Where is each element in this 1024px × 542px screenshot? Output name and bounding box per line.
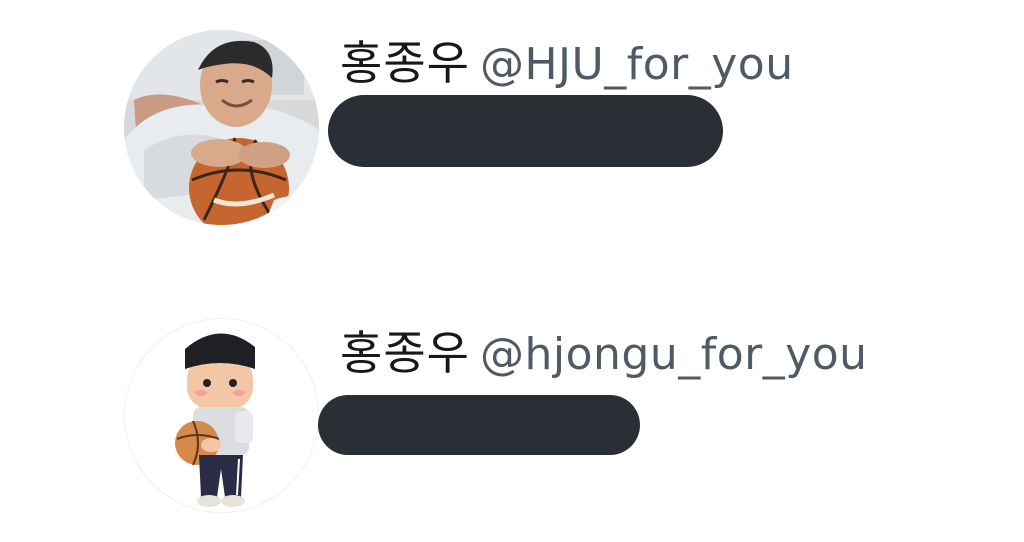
profile-photo-icon — [124, 30, 319, 225]
username-handle[interactable]: @hjongu_for_you — [480, 329, 868, 380]
avatar[interactable] — [124, 30, 319, 225]
redacted-bio-bar — [318, 395, 640, 455]
cartoon-avatar-icon — [125, 319, 318, 512]
account-entry-2[interactable]: 홍종우 @hjongu_for_you — [0, 280, 1024, 542]
account-entry-1[interactable]: 홍종우 @HJU_for_you — [0, 0, 1024, 250]
account-name-line[interactable]: 홍종우 @hjongu_for_you — [340, 330, 868, 377]
display-name[interactable]: 홍종우 — [340, 326, 470, 380]
avatar[interactable] — [124, 318, 319, 513]
username-handle[interactable]: @HJU_for_you — [480, 39, 794, 90]
redacted-bio-bar — [328, 95, 723, 167]
account-name-line[interactable]: 홍종우 @HJU_for_you — [340, 40, 794, 87]
display-name[interactable]: 홍종우 — [340, 36, 470, 90]
